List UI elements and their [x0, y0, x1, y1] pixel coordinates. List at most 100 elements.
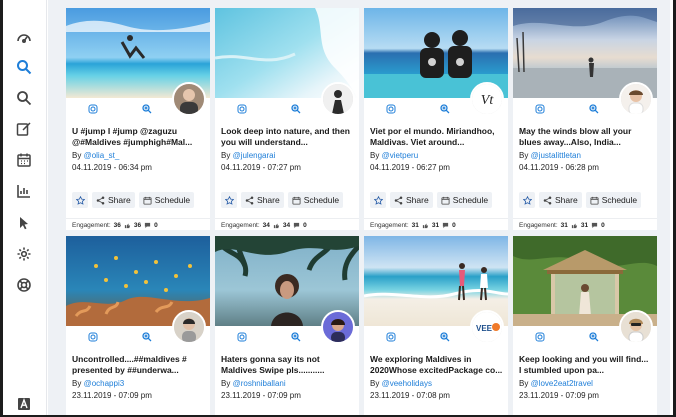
author-link[interactable]: @love2eat2travel — [531, 379, 593, 388]
sidebar-item-discover[interactable] — [13, 56, 35, 78]
schedule-button[interactable]: Schedule — [585, 192, 642, 208]
avatar[interactable]: Vt — [470, 82, 504, 116]
post-date: 23.11.2019 - 07:09 pm — [72, 391, 152, 400]
avatar[interactable] — [619, 310, 653, 344]
engagement-stats: Engagement: 31 31 0 — [519, 222, 605, 229]
author-link[interactable]: @olia_st_ — [84, 151, 120, 160]
svg-text:VEE: VEE — [476, 324, 493, 333]
post-date: 04.11.2019 - 06:28 pm — [519, 163, 599, 172]
sidebar-item-dashboard[interactable] — [13, 26, 35, 48]
post-author: By @veeholidays — [370, 379, 432, 388]
post-card[interactable]: VEE We exploring Maldives in 2020Whose e… — [364, 236, 508, 415]
sidebar-item-compose[interactable] — [13, 118, 35, 140]
dashboard-icon — [17, 34, 31, 44]
post-date: 23.11.2019 - 07:09 pm — [221, 391, 301, 400]
zoom-icon[interactable] — [289, 330, 303, 344]
post-card[interactable]: Look deep into nature, and then you will… — [215, 8, 359, 230]
instagram-icon[interactable] — [235, 330, 249, 344]
instagram-icon[interactable] — [533, 330, 547, 344]
sidebar-item-help[interactable] — [13, 274, 35, 296]
share-icon — [96, 196, 105, 204]
post-card[interactable]: Uncontrolled....##maldives # presented b… — [66, 236, 210, 415]
post-card[interactable]: May the winds blow all your blues away..… — [513, 8, 657, 230]
star-icon — [522, 195, 532, 205]
calendar-icon — [292, 196, 301, 205]
favorite-button[interactable] — [72, 192, 88, 208]
zoom-icon[interactable] — [587, 102, 601, 116]
instagram-icon[interactable] — [384, 330, 398, 344]
author-link[interactable]: @ochappi3 — [84, 379, 125, 388]
share-button[interactable]: Share — [241, 192, 284, 208]
sidebar-item-analytics[interactable] — [13, 180, 35, 202]
search-icon — [17, 91, 32, 106]
avatar[interactable] — [619, 82, 653, 116]
engagement-stats: Engagement: 31 31 0 — [370, 222, 456, 229]
post-date: 04.11.2019 - 07:27 pm — [221, 163, 301, 172]
post-icon-row — [513, 102, 621, 116]
zoom-icon[interactable] — [140, 330, 154, 344]
avatar[interactable] — [321, 310, 355, 344]
comment-icon — [592, 222, 598, 229]
instagram-icon[interactable] — [235, 102, 249, 116]
share-button[interactable]: Share — [92, 192, 135, 208]
post-author: By @roshniballani — [221, 379, 286, 388]
instagram-icon[interactable] — [533, 102, 547, 116]
thumbs-up-icon — [422, 223, 429, 229]
share-button[interactable]: Share — [539, 192, 582, 208]
favorite-button[interactable] — [370, 192, 386, 208]
sidebar-item-settings[interactable] — [13, 243, 35, 265]
sidebar-item-text[interactable] — [13, 393, 35, 415]
divider — [513, 218, 657, 219]
zoom-icon[interactable] — [289, 102, 303, 116]
zoom-icon[interactable] — [140, 102, 154, 116]
instagram-icon[interactable] — [86, 330, 100, 344]
sidebar-item-search[interactable] — [13, 87, 35, 109]
feed-grid: U #jump I #jump @zaguzu @#Maldives #jump… — [48, 0, 670, 415]
post-author: By @julengarai — [221, 151, 276, 160]
post-author: By @vietperu — [370, 151, 419, 160]
zoom-icon[interactable] — [438, 330, 452, 344]
sidebar-item-calendar[interactable] — [13, 149, 35, 171]
schedule-button[interactable]: Schedule — [287, 192, 344, 208]
post-card[interactable]: Vt Viet por el mundo. Miriandhoo, Maldiv… — [364, 8, 508, 230]
calendar-icon — [17, 153, 31, 167]
divider — [66, 218, 210, 219]
schedule-button[interactable]: Schedule — [436, 192, 493, 208]
instagram-icon[interactable] — [384, 102, 398, 116]
post-caption: Haters gonna say its not Maldives Swipe … — [221, 354, 325, 375]
post-card[interactable]: U #jump I #jump @zaguzu @#Maldives #jump… — [66, 8, 210, 230]
author-link[interactable]: @roshniballani — [233, 379, 286, 388]
svg-text:Vt: Vt — [481, 93, 495, 108]
comment-icon — [294, 222, 300, 229]
avatar[interactable] — [172, 82, 206, 116]
comment-icon — [145, 222, 151, 229]
author-link[interactable]: @julengarai — [233, 151, 276, 160]
favorite-button[interactable] — [519, 192, 535, 208]
share-button[interactable]: Share — [390, 192, 433, 208]
post-card[interactable]: Haters gonna say its not Maldives Swipe … — [215, 236, 359, 415]
post-author: By @love2eat2travel — [519, 379, 593, 388]
post-caption: Viet por el mundo. Miriandhoo, Maldivas.… — [370, 126, 495, 147]
search-icon — [17, 60, 32, 75]
avatar[interactable]: VEE — [470, 310, 504, 344]
author-link[interactable]: @vietperu — [382, 151, 419, 160]
post-date: 04.11.2019 - 06:27 pm — [370, 163, 450, 172]
zoom-icon[interactable] — [587, 330, 601, 344]
avatar[interactable] — [172, 310, 206, 344]
author-link[interactable]: @justalittletan — [531, 151, 581, 160]
post-icon-row — [66, 102, 174, 116]
gear-icon — [17, 247, 31, 261]
favorite-button[interactable] — [221, 192, 237, 208]
author-link[interactable]: @veeholidays — [382, 379, 432, 388]
calendar-icon — [143, 196, 152, 205]
star-icon — [373, 195, 383, 205]
engagement-stats: Engagement: 34 34 0 — [221, 222, 307, 229]
schedule-button[interactable]: Schedule — [138, 192, 195, 208]
zoom-icon[interactable] — [438, 102, 452, 116]
post-card[interactable]: Keep looking and you will find... I stum… — [513, 236, 657, 415]
sidebar-item-select[interactable] — [13, 212, 35, 234]
avatar[interactable] — [321, 82, 355, 116]
star-icon — [224, 195, 234, 205]
instagram-icon[interactable] — [86, 102, 100, 116]
post-caption: Uncontrolled....##maldives # presented b… — [72, 354, 187, 375]
